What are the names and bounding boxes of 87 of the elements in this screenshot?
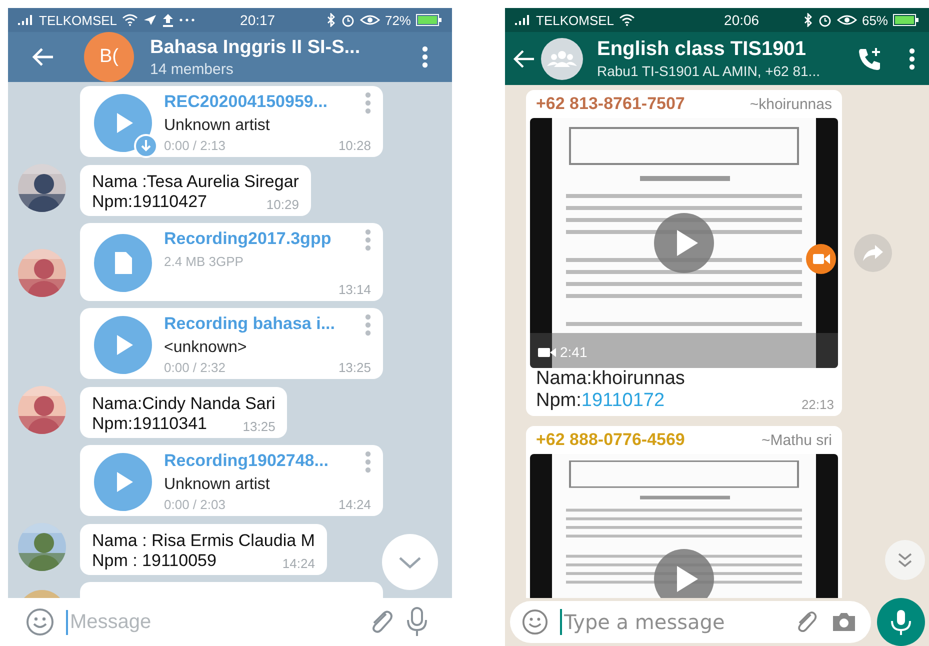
eye-icon <box>360 14 380 26</box>
battery-icon <box>416 14 442 26</box>
wifi-icon <box>619 14 636 26</box>
chat-title: Bahasa Inggris II SI-S... <box>150 36 362 58</box>
message-text: Npm: <box>535 390 582 412</box>
video-message[interactable]: +62 888-0776-4569 ~Mathu sri <box>526 426 842 598</box>
video-duration: 2:41 <box>560 344 588 360</box>
file-size: 2.4 MB 3GPP <box>164 254 244 269</box>
microphone-icon[interactable] <box>406 607 428 637</box>
play-icon[interactable] <box>94 94 152 152</box>
participants-list: Rabu1 TI-S1901 AL AMIN, +62 81... <box>597 63 851 79</box>
file-icon[interactable] <box>94 234 152 292</box>
message-text: Nama:Cindy Nanda Sari <box>92 394 276 414</box>
message-text: Nama : Risa Ermis Claudia M <box>92 531 315 551</box>
file-name: Recording bahasa i... <box>164 314 335 334</box>
message-time: 10:28 <box>338 138 371 153</box>
play-icon[interactable] <box>654 549 714 598</box>
message-text: Nama:khoirunnas <box>535 368 686 390</box>
artist-name: <unknown> <box>164 339 248 357</box>
clock-time: 20:06 <box>724 12 760 28</box>
artist-name: Unknown artist <box>164 117 271 135</box>
forward-button[interactable] <box>854 234 892 272</box>
playback-time: 0:00 / 2:03 <box>164 497 226 512</box>
back-arrow-icon[interactable] <box>32 48 54 66</box>
chat-title: English class TIS1901 <box>597 38 807 61</box>
scroll-down-button[interactable] <box>382 534 438 590</box>
play-icon[interactable] <box>94 316 152 374</box>
playback-time: 0:00 / 2:32 <box>164 360 226 375</box>
sender-name: ~khoirunnas <box>750 96 832 113</box>
video-call-icon[interactable] <box>806 244 836 274</box>
audio-message[interactable]: REC202004150959... Unknown artist 0:00 / 2:13 10:28 <box>80 86 383 157</box>
message-time: 14:24 <box>282 556 315 571</box>
back-arrow-icon[interactable] <box>513 50 535 68</box>
file-name: Recording2017.3gpp <box>164 229 332 249</box>
more-dots-icon <box>179 18 196 22</box>
message-input[interactable]: Message <box>66 610 356 634</box>
play-icon[interactable] <box>94 452 152 510</box>
bluetooth-icon <box>802 13 813 27</box>
message-time: 13:14 <box>338 282 371 297</box>
play-icon[interactable] <box>654 213 714 273</box>
video-camera-icon <box>538 346 556 358</box>
carrier-name: TELKOMSEL <box>536 12 614 28</box>
message-time: 13:25 <box>338 360 371 375</box>
message-text: Npm:19110427 <box>92 192 207 212</box>
message-field[interactable]: Type a message <box>510 601 871 643</box>
sender-name: ~Mathu sri <box>762 432 832 449</box>
send-icon <box>143 14 158 26</box>
member-count: 14 members <box>150 60 234 78</box>
message-time: 22:13 <box>801 397 835 412</box>
upload-icon <box>162 13 174 27</box>
battery-percent: 65% <box>862 12 888 28</box>
clock-time: 20:17 <box>240 12 276 28</box>
emoji-icon[interactable] <box>26 608 54 636</box>
artist-name: Unknown artist <box>164 476 271 494</box>
wifi-icon <box>122 14 138 26</box>
more-icon[interactable] <box>909 48 915 70</box>
battery-icon <box>893 14 919 26</box>
alarm-icon <box>340 13 355 27</box>
carrier-name: TELKOMSEL <box>39 12 118 28</box>
audio-message[interactable]: Recording bahasa i... <unknown> 0:00 / 2:32 13:25 <box>80 308 383 379</box>
message-time: 14:24 <box>338 497 371 512</box>
sender-phone: +62 888-0776-4569 <box>536 430 685 450</box>
camera-icon[interactable] <box>831 611 857 633</box>
sender-phone: +62 813-8761-7507 <box>536 94 685 114</box>
message-time: 13:25 <box>242 419 276 434</box>
file-name: REC202004150959... <box>164 92 328 112</box>
download-icon[interactable] <box>134 134 158 158</box>
more-icon[interactable] <box>422 46 428 68</box>
file-name: Recording1902748... <box>164 451 328 471</box>
signal-icon <box>18 15 34 25</box>
audio-message[interactable]: Recording1902748... Unknown artist 0:00 / 2:03 14:24 <box>80 445 383 516</box>
emoji-icon[interactable] <box>522 609 548 635</box>
microphone-button[interactable] <box>877 598 925 646</box>
signal-icon <box>515 15 531 25</box>
message-text: Nama :Tesa Aurelia Siregar <box>92 172 299 192</box>
eye-icon <box>836 14 857 26</box>
message-time: 10:29 <box>266 197 299 212</box>
battery-percent: 72% <box>384 12 411 28</box>
scroll-down-button[interactable] <box>885 540 925 580</box>
message-text: Npm:19110341 <box>92 414 207 434</box>
add-call-icon[interactable] <box>857 46 883 72</box>
playback-time: 0:00 / 2:13 <box>164 138 226 153</box>
video-message[interactable]: +62 813-8761-7507 ~khoirunnas 2:41 Nama:khoirunnas Npm:19110172 22:13 <box>526 90 842 416</box>
bluetooth-icon <box>326 13 336 27</box>
group-avatar-icon[interactable] <box>541 38 583 80</box>
alarm-icon <box>818 13 832 27</box>
message-text: Npm : 19110059 <box>92 551 216 571</box>
